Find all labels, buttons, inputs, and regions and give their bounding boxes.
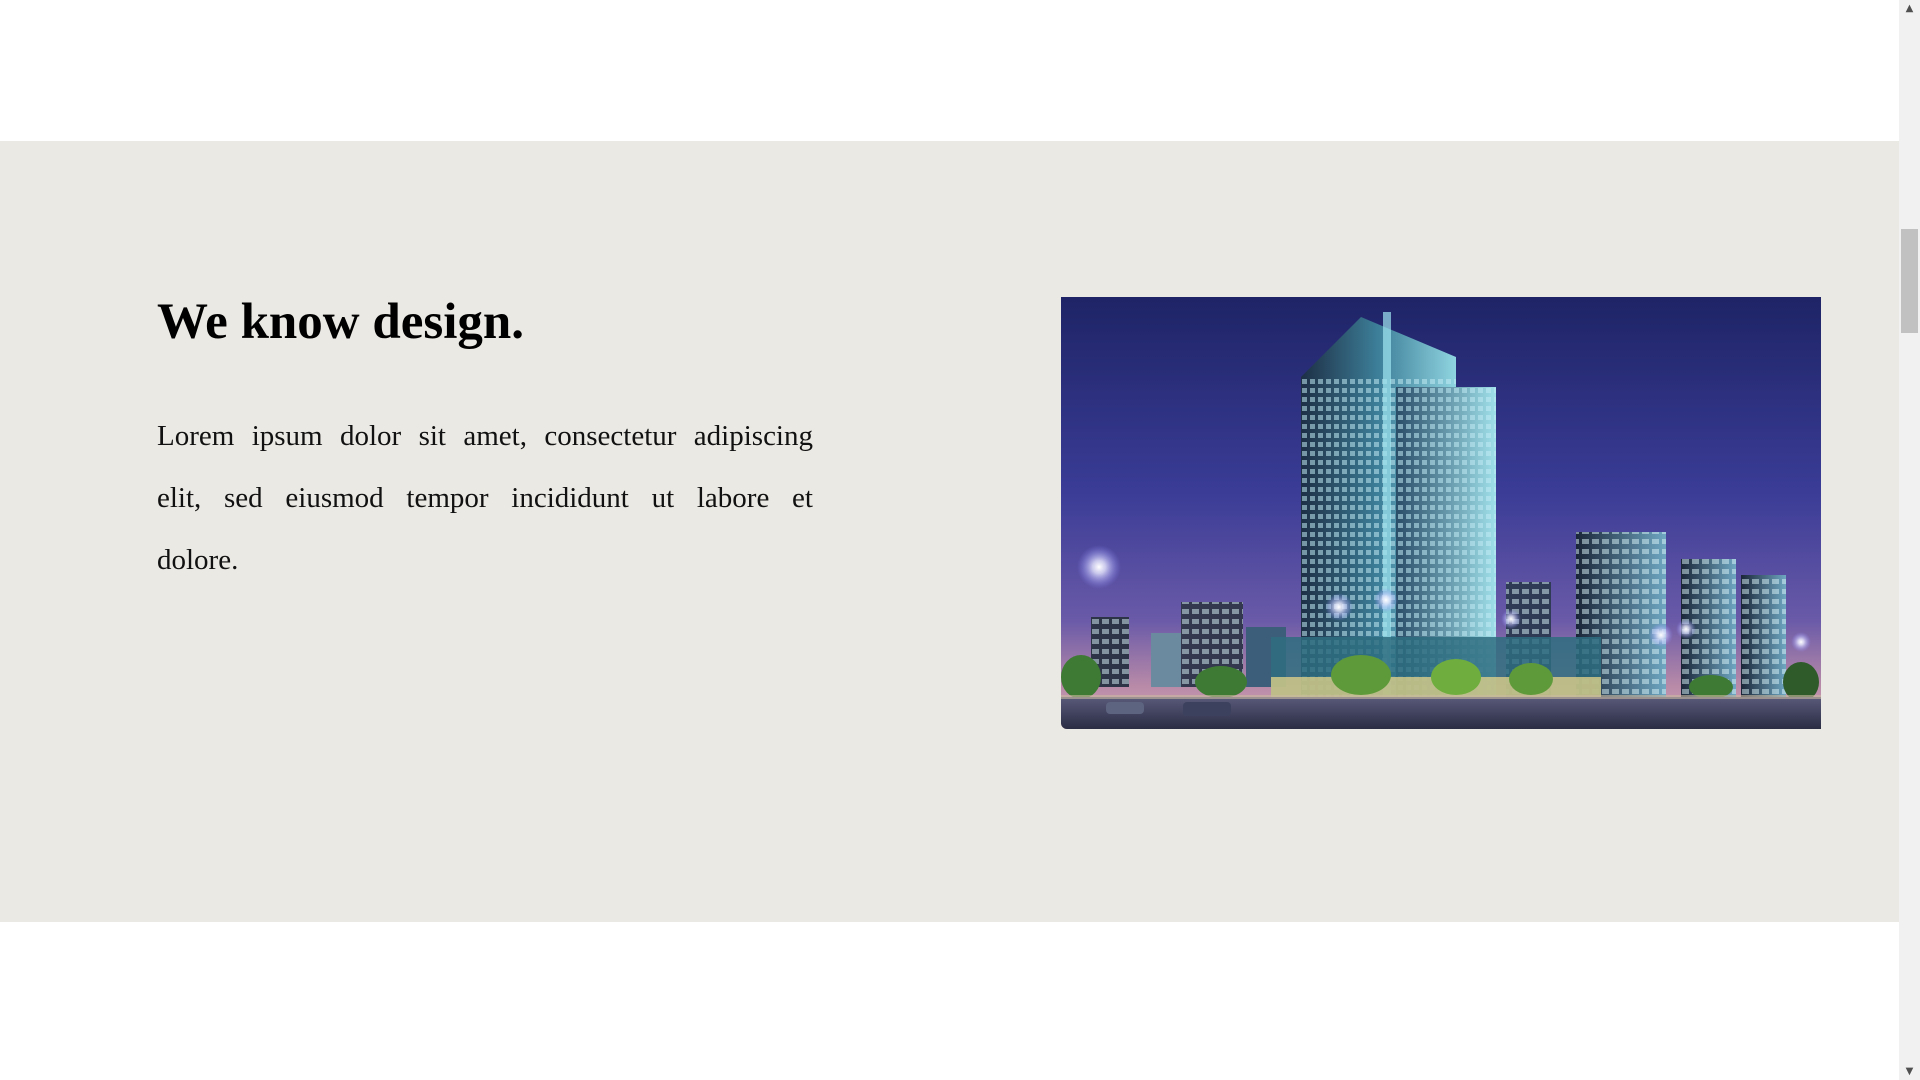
scroll-down-icon[interactable]: ▼ <box>1899 1063 1920 1080</box>
scroll-up-icon[interactable]: ▲ <box>1899 0 1920 17</box>
section-body-text: Lorem ipsum dolor sit amet, consectetur … <box>157 420 813 576</box>
scrollbar-thumb[interactable] <box>1901 229 1918 333</box>
vertical-scrollbar[interactable]: ▲ ▼ <box>1899 0 1920 1080</box>
section-title: We know design. <box>157 294 525 350</box>
cityscape-image <box>1061 297 1821 729</box>
page-viewport: We know design. Lorem ipsum dolor sit am… <box>0 0 1899 1080</box>
